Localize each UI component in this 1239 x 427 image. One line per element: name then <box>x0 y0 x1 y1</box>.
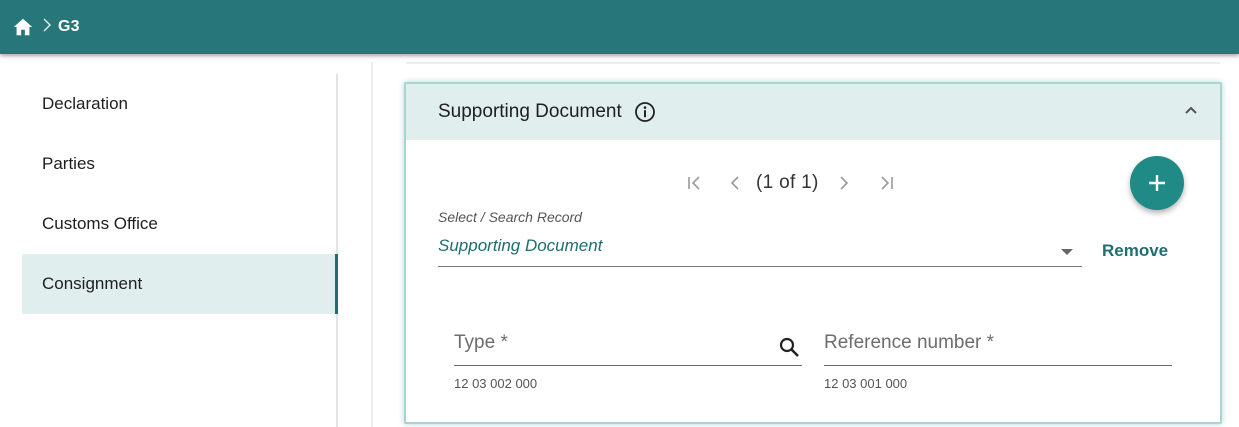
sidebar-item-label: Declaration <box>42 94 128 113</box>
sidebar-item-parties[interactable]: Parties <box>22 134 336 194</box>
home-icon[interactable] <box>12 16 34 38</box>
section-top-divider <box>406 62 1220 64</box>
breadcrumb-separator-icon <box>42 17 52 38</box>
record-pager: (1 of 1) <box>686 172 895 194</box>
sidebar-item-label: Customs Office <box>42 214 158 233</box>
remove-button[interactable]: Remove <box>1102 241 1168 261</box>
type-field-code: 12 03 002 000 <box>454 376 538 391</box>
reference-number-placeholder: Reference number * <box>824 332 995 353</box>
type-field-placeholder: Type * <box>454 332 508 353</box>
reference-number-field[interactable]: Reference number * <box>824 324 1172 366</box>
search-icon[interactable] <box>778 336 800 358</box>
record-select-value: Supporting Document <box>438 236 603 255</box>
select-record-label: Select / Search Record <box>438 209 582 225</box>
reference-number-code: 12 03 001 000 <box>824 376 908 391</box>
next-page-icon[interactable] <box>837 175 851 191</box>
first-page-icon[interactable] <box>686 175 702 191</box>
plus-icon <box>1149 175 1165 191</box>
chevron-up-icon[interactable] <box>1182 102 1200 120</box>
sidebar-item-consignment[interactable]: Consignment <box>22 254 338 314</box>
breadcrumb-current[interactable]: G3 <box>58 18 80 36</box>
previous-page-icon[interactable] <box>728 175 742 191</box>
sidebar-item-label: Parties <box>42 154 95 173</box>
top-bar: G3 <box>0 0 1239 54</box>
last-page-icon[interactable] <box>879 175 895 191</box>
supporting-document-panel: Supporting Document (1 of 1) Select / Se… <box>404 82 1222 424</box>
panel-title: Supporting Document <box>438 101 622 122</box>
sidebar: Declaration Parties Customs Office Consi… <box>22 74 338 427</box>
sidebar-item-declaration[interactable]: Declaration <box>22 74 336 134</box>
panel-header[interactable]: Supporting Document <box>406 84 1220 140</box>
record-count: (1 of 1) <box>756 172 819 193</box>
add-record-button[interactable] <box>1130 156 1184 210</box>
record-select[interactable]: Supporting Document <box>438 231 1082 267</box>
dropdown-arrow-icon <box>1060 243 1074 255</box>
type-field[interactable]: Type * <box>454 324 802 366</box>
info-icon[interactable] <box>634 101 656 123</box>
sidebar-item-customs-office[interactable]: Customs Office <box>22 194 336 254</box>
content-divider <box>371 62 373 427</box>
sidebar-item-label: Consignment <box>42 274 143 293</box>
